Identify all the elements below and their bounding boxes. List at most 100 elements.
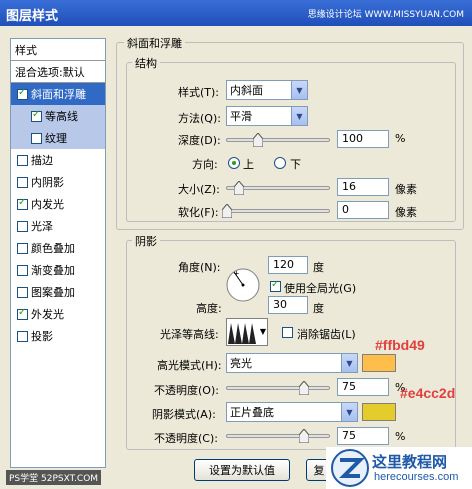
method-label: 方法(Q):: [178, 112, 221, 125]
style-list-item-label: 混合选项:默认: [15, 65, 85, 79]
svg-text:+: +: [233, 269, 240, 278]
angle-input[interactable]: 120: [268, 256, 308, 274]
method-select-value: 平滑: [230, 110, 252, 123]
contour-preview-icon: [227, 319, 257, 345]
highlight-color-swatch[interactable]: [362, 354, 396, 372]
ps-url-text: 52PSXT.COM: [41, 474, 99, 484]
altitude-input[interactable]: 30: [268, 296, 308, 314]
global-light-label: 使用全局光(G): [284, 282, 357, 295]
soften-input[interactable]: 0: [337, 201, 389, 219]
style-checkbox[interactable]: [17, 242, 28, 254]
slider-thumb[interactable]: [222, 204, 232, 218]
size-input[interactable]: 16: [337, 178, 389, 196]
highlight-opacity-input[interactable]: 75: [337, 378, 389, 396]
slider-thumb[interactable]: [252, 133, 263, 147]
style-list-item[interactable]: 图案叠加: [11, 281, 105, 303]
style-list-item-label: 投影: [31, 330, 53, 343]
slider-thumb[interactable]: [298, 429, 309, 443]
style-list-item-label: 渐变叠加: [31, 264, 75, 277]
style-list-item-label: 描边: [31, 154, 53, 167]
style-list-item[interactable]: 光泽: [11, 215, 105, 237]
depth-label: 深度(D):: [178, 134, 221, 147]
depth-slider[interactable]: [226, 133, 330, 147]
style-list-item[interactable]: 混合选项:默认: [11, 61, 105, 83]
style-list-item[interactable]: 斜面和浮雕: [11, 83, 105, 105]
chevron-down-icon: ▼: [341, 354, 357, 372]
style-checkbox[interactable]: [17, 264, 28, 276]
direction-down-radio[interactable]: [274, 157, 286, 169]
gloss-contour-label: 光泽等高线:: [160, 328, 219, 341]
style-list-item-label: 颜色叠加: [31, 242, 75, 255]
style-list-item-label: 图案叠加: [31, 286, 75, 299]
style-list-header-label: 样式: [15, 43, 37, 57]
style-checkbox[interactable]: [17, 307, 28, 320]
soften-slider[interactable]: [222, 204, 330, 218]
make-default-button[interactable]: 设置为默认值: [194, 459, 290, 481]
style-list-item[interactable]: 外发光: [11, 303, 105, 325]
shadow-mode-select[interactable]: 正片叠底 ▼: [226, 402, 358, 422]
highlight-mode-select[interactable]: 亮光 ▼: [226, 353, 358, 373]
size-label: 大小(Z):: [178, 183, 220, 196]
soften-label: 软化(F):: [178, 206, 219, 219]
depth-unit: %: [395, 132, 406, 145]
style-checkbox[interactable]: [17, 197, 28, 210]
structure-title: 结构: [132, 55, 160, 71]
shadow-opacity-unit: %: [395, 430, 406, 443]
slider-thumb[interactable]: [234, 181, 245, 195]
style-list-item[interactable]: 投影: [11, 325, 105, 347]
style-list-item[interactable]: 描边: [11, 149, 105, 171]
style-select-value: 内斜面: [230, 84, 263, 97]
highlight-opacity-slider[interactable]: [226, 381, 330, 395]
style-list-item[interactable]: 等高线: [11, 105, 105, 127]
direction-label: 方向:: [192, 158, 218, 171]
style-select[interactable]: 内斜面 ▼: [226, 80, 308, 100]
style-checkbox[interactable]: [17, 330, 28, 342]
size-slider[interactable]: [226, 181, 330, 195]
shadow-color-swatch[interactable]: [362, 403, 396, 421]
ps-credit-watermark: PS学堂 52PSXT.COM: [6, 470, 102, 485]
style-list-item[interactable]: 内阴影: [11, 171, 105, 193]
direction-down-label: 下: [290, 158, 301, 171]
logo-title: 这里教程网: [372, 453, 448, 471]
logo-url: herecourses.com: [374, 471, 459, 483]
shadow-opacity-label: 不透明度(C):: [154, 432, 218, 445]
style-checkbox[interactable]: [31, 109, 42, 122]
style-list-item-label: 内发光: [31, 198, 64, 211]
style-list-item-label: 光泽: [31, 220, 53, 233]
style-list-header[interactable]: 样式: [11, 39, 105, 61]
highlight-opacity-label: 不透明度(O):: [154, 384, 219, 397]
direction-up-radio[interactable]: [228, 157, 240, 169]
depth-input[interactable]: 100: [337, 130, 389, 148]
shadow-opacity-slider[interactable]: [226, 429, 330, 443]
shading-title: 阴影: [132, 233, 160, 249]
style-checkbox[interactable]: [17, 220, 28, 232]
highlight-mode-value: 亮光: [230, 357, 252, 370]
style-checkbox[interactable]: [17, 154, 28, 166]
slider-thumb[interactable]: [298, 381, 309, 395]
soften-unit: 像素: [395, 206, 417, 219]
style-list-item[interactable]: 内发光: [11, 193, 105, 215]
style-checkbox[interactable]: [17, 286, 28, 298]
style-checkbox[interactable]: [17, 176, 28, 188]
antialias-checkbox[interactable]: [282, 327, 293, 338]
style-list-item[interactable]: 纹理: [11, 127, 105, 149]
gloss-contour-picker[interactable]: ▼: [226, 318, 268, 346]
style-checkbox[interactable]: [31, 132, 42, 144]
angle-label: 角度(N):: [178, 261, 221, 274]
chevron-down-icon: ▼: [259, 327, 266, 336]
style-list-item-label: 等高线: [45, 110, 78, 123]
altitude-unit: 度: [313, 302, 324, 315]
style-list-item[interactable]: 颜色叠加: [11, 237, 105, 259]
shadow-mode-value: 正片叠底: [230, 406, 274, 419]
style-list-item[interactable]: 渐变叠加: [11, 259, 105, 281]
direction-up-label: 上: [243, 158, 254, 171]
global-light-checkbox[interactable]: ✓: [270, 279, 281, 292]
shadow-opacity-input[interactable]: 75: [337, 427, 389, 445]
method-select[interactable]: 平滑 ▼: [226, 106, 308, 126]
site-logo: 这里教程网 herecourses.com: [326, 447, 472, 489]
size-unit: 像素: [395, 183, 417, 196]
style-list-item-label: 斜面和浮雕: [31, 88, 86, 101]
style-checkbox[interactable]: [17, 87, 28, 100]
angle-dial[interactable]: +: [226, 268, 260, 302]
highlight-mode-label: 高光模式(H):: [157, 359, 222, 372]
